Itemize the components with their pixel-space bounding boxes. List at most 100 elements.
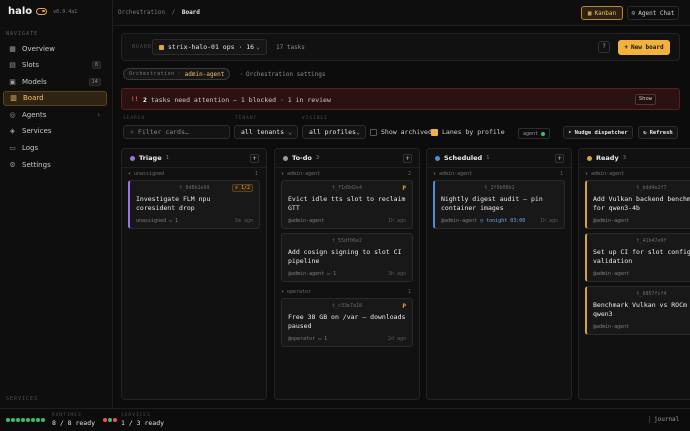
alert-icon: !! [131, 96, 139, 103]
status-dot-icon [283, 155, 288, 161]
search-input[interactable]: ⌕ Filter cards… [123, 125, 230, 139]
add-card-button[interactable]: + [403, 154, 412, 163]
task-assignee[interactable]: @admin-agent [593, 218, 629, 224]
lane-count: 1 [559, 171, 563, 177]
task-card[interactable]: t_41b47e9f Set up CI for slot config vali… [585, 233, 690, 282]
checkbox-checked-icon [431, 128, 438, 136]
task-id: t_bdd4e2f7 [636, 185, 667, 191]
runtimes-value: 8 / 8 ready [52, 419, 96, 427]
sidebar-item-overview[interactable]: ▦ Overview [3, 41, 107, 56]
column-to-do: To-do 3 + ▾ admin-agent 2 t_f1d9d2e4 P Evict idl… [274, 148, 420, 400]
box-icon: ▣ [9, 77, 16, 86]
agent-chat-button[interactable]: ☺ Agent Chat [627, 6, 679, 20]
refresh-button[interactable]: ↻ Refresh [638, 126, 678, 139]
task-card[interactable]: t_c33e7a18 P Free 38 GB on /var — download… [281, 298, 413, 347]
services-label: Services [121, 413, 151, 418]
column-count: 3 [315, 155, 320, 161]
task-title: Add cosign signing to slot CI pipeline [288, 248, 402, 265]
runtime-status-dot-icon [41, 418, 45, 422]
help-button[interactable]: ? [598, 41, 610, 53]
lane-header[interactable]: ▾ admin-agent 2 [275, 168, 419, 180]
brand[interactable]: halo v0.9.4a1 [8, 6, 77, 17]
runtime-status-dot-icon [6, 418, 10, 422]
task-card[interactable]: t_f1d9d2e4 P Evict idle tts slot to reclai… [281, 180, 413, 229]
runtimes-status[interactable]: Runtimes 8 / 8 ready [52, 413, 95, 427]
lanes-by-profile-checkbox[interactable]: Lanes by profile [431, 128, 505, 136]
services-status[interactable]: Services 1 / 3 ready [121, 413, 164, 427]
task-assignee[interactable]: @operator [288, 336, 315, 342]
comment-icon: ▭ [318, 335, 322, 342]
checkbox-unchecked-icon [370, 128, 377, 136]
breadcrumb-parent[interactable]: Orchestration [118, 9, 165, 16]
task-card[interactable]: t_55df06e2 Add cosign signing to slot CI … [281, 233, 413, 282]
comment-count: 1 [175, 217, 179, 224]
logs-icon: ▭ [9, 144, 16, 153]
topbar: Orchestration / Board ▦ Kanban ☺ Agent C… [113, 0, 690, 26]
tenant-label: Tenant [235, 116, 258, 121]
board-select[interactable]: strix-halo-01 ops · 16 ⌄ [152, 39, 267, 55]
task-assignee[interactable]: @admin-agent [441, 218, 477, 224]
lane-header[interactable]: ▾ admin-agent 1 [427, 168, 571, 180]
task-assignee[interactable]: @admin-agent [593, 271, 629, 277]
alert-count: 2 [143, 96, 147, 104]
breadcrumb-current: Board [181, 9, 200, 16]
task-assignee[interactable]: unassigned [136, 218, 166, 224]
task-meta: @admin-agent 1h ago [288, 217, 406, 224]
task-assignee[interactable]: @admin-agent [593, 324, 629, 330]
sidebar-item-settings[interactable]: ⚙ Settings [3, 157, 107, 172]
add-card-button[interactable]: + [555, 154, 564, 163]
runtime-status-dot-icon [31, 418, 35, 422]
chevron-right-icon: › [97, 110, 100, 119]
count-badge: 14 [88, 77, 101, 86]
runtime-status-dot-icon [16, 418, 20, 422]
gear-icon: ⚙ [9, 160, 16, 169]
task-age: 1h ago [387, 217, 406, 224]
sidebar-item-label: Board [23, 94, 44, 103]
new-board-button[interactable]: + New board [618, 40, 670, 55]
journal-button[interactable]: journal [649, 416, 679, 423]
show-archived-checkbox[interactable]: Show archived [370, 128, 432, 136]
tab-agent-name: admin-agent [184, 70, 225, 78]
task-title: Benchmark Vulkan vs ROCm on qwen3 [593, 301, 690, 318]
lane-header[interactable]: ▾ unassigned 1 [122, 168, 266, 180]
sidebar-nav: ▦ Overview ▤ Slots 8 ▣ Models 14 ▥ Board ◎ Agents › ◈… [3, 41, 107, 174]
task-card[interactable]: t_8d8b1e99 ✆ 1/2 Investigate FLM npu cores… [128, 180, 260, 229]
task-assignee[interactable]: @admin-agent [288, 271, 324, 277]
task-id: t_2f9b08b1 [484, 185, 515, 191]
visible-label: Visible [302, 116, 328, 121]
sidebar-item-services[interactable]: ◈ Services [3, 124, 107, 139]
sidebar-item-board[interactable]: ▥ Board [3, 90, 107, 106]
task-id: t_8857fcf4 [636, 291, 667, 297]
task-assignee[interactable]: @admin-agent [288, 218, 324, 224]
lane-count: 2 [407, 171, 411, 177]
sidebar-item-agents[interactable]: ◎ Agents › [3, 107, 107, 122]
comment-count: 1 [333, 270, 337, 277]
subtask-badge: ✆ 1/2 [231, 184, 253, 192]
agent-chat-label: Agent Chat [638, 9, 675, 17]
lane-header[interactable]: ▾admin-agent3 [579, 168, 690, 180]
profile-select[interactable]: all profiles ⌄ [302, 125, 366, 139]
lane-header[interactable]: ▾ operator 1 [275, 286, 419, 298]
brand-version: v0.9.4a1 [53, 8, 78, 15]
kanban-button[interactable]: ▦ Kanban [581, 6, 623, 20]
task-title: Evict idle tts slot to reclaim GTT [288, 195, 406, 212]
task-card[interactable]: t_bdd4e2f7 Add Vulkan backend benchmarks … [585, 180, 690, 229]
sidebar-item-slots[interactable]: ▤ Slots 8 [3, 58, 107, 73]
column-title: Ready [596, 154, 619, 162]
add-card-button[interactable]: + [250, 154, 259, 163]
task-title: Set up CI for slot config validation [593, 248, 690, 265]
nudge-dispatcher-button[interactable]: ➤ Nudge dispatcher [563, 126, 633, 139]
task-card[interactable]: t_8857fcf4 Benchmark Vulkan vs ROCm on qw… [585, 286, 690, 335]
show-button[interactable]: Show [635, 94, 656, 105]
task-card[interactable]: t_2f9b08b1 Nightly digest audit — pin con… [433, 180, 565, 229]
sidebar-item-logs[interactable]: ▭ Logs [3, 141, 107, 156]
sidebar-item-models[interactable]: ▣ Models 14 [3, 74, 107, 89]
priority-badge: P [402, 303, 406, 310]
service-status-dot-icon [108, 418, 112, 422]
status-dot-icon [587, 155, 592, 161]
tab-orchestration-agent[interactable]: Orchestration · admin-agent [123, 68, 231, 80]
agent-status-pill[interactable]: agent [518, 128, 551, 139]
tab-orchestration-settings[interactable]: · Orchestration settings [234, 68, 330, 80]
task-meta: @admin-agent ◷ tonight 03:00 1h ago [441, 217, 558, 224]
tenant-select[interactable]: all tenants ⌄ [234, 125, 298, 139]
